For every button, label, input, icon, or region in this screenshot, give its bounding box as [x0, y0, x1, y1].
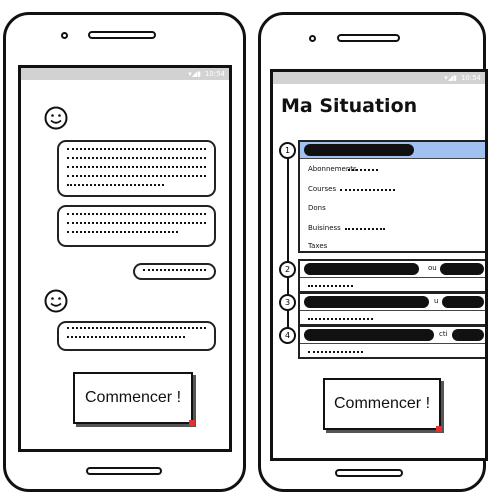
left-screen: ▾◢▮ 10:54 Commencer !	[18, 65, 232, 452]
reply-bubble	[133, 263, 216, 280]
redacted-text	[308, 351, 363, 355]
category-item[interactable]: Buisiness	[308, 224, 341, 232]
home-bar	[335, 469, 403, 477]
signal-icon: ▾◢▮	[188, 70, 201, 78]
right-phone: ▾◢▮ 10:54 Ma Situation 1 Abonnements Cou…	[258, 12, 488, 492]
resize-handle	[189, 420, 195, 426]
redacted-title	[304, 144, 414, 156]
step-number: 2	[279, 261, 296, 278]
section-3[interactable]: u	[298, 292, 485, 326]
resize-handle	[436, 426, 442, 432]
home-bar	[86, 467, 162, 475]
section-4[interactable]: cti	[298, 325, 485, 359]
redacted-title	[304, 329, 434, 341]
category-item[interactable]: Taxes	[308, 242, 327, 250]
redacted-text	[340, 189, 395, 193]
chat-bubble	[57, 205, 216, 247]
status-bar: ▾◢▮ 10:54	[273, 72, 485, 84]
redacted-title	[442, 296, 484, 308]
redacted-title	[440, 263, 484, 275]
redacted-title	[452, 329, 484, 341]
category-item[interactable]: Courses	[308, 185, 336, 193]
left-phone: ▾◢▮ 10:54 Commencer !	[3, 12, 246, 492]
step-number: 4	[279, 327, 296, 344]
redacted-text	[308, 318, 373, 322]
chat-bubble	[57, 321, 216, 351]
redacted-text	[308, 285, 353, 289]
page-title: Ma Situation	[281, 95, 418, 117]
timeline-line	[287, 150, 289, 340]
redacted-text	[348, 169, 378, 173]
start-button[interactable]: Commencer !	[73, 372, 193, 424]
section-header[interactable]: u	[300, 294, 485, 311]
section-label-fragment: ou	[428, 264, 437, 272]
section-2[interactable]: ou	[298, 259, 485, 293]
status-time: 10:54	[204, 70, 225, 78]
camera-dot	[61, 32, 68, 39]
section-1[interactable]: Abonnements Courses Dons Buisiness Taxes	[298, 140, 485, 253]
smiley-icon	[44, 289, 68, 313]
status-time: 10:54	[460, 74, 481, 82]
section-label-fragment: u	[434, 297, 439, 305]
chat-bubble	[57, 140, 216, 197]
section-header[interactable]	[300, 142, 485, 159]
speaker-grille	[88, 31, 156, 39]
step-number: 1	[279, 142, 296, 159]
right-screen: ▾◢▮ 10:54 Ma Situation 1 Abonnements Cou…	[270, 69, 488, 461]
section-header[interactable]: cti	[300, 327, 485, 344]
step-number: 3	[279, 294, 296, 311]
smiley-icon	[44, 106, 68, 130]
camera-dot	[309, 35, 316, 42]
category-item[interactable]: Dons	[308, 204, 326, 212]
section-label-fragment: cti	[439, 330, 448, 338]
speaker-grille	[337, 34, 400, 42]
section-header[interactable]: ou	[300, 261, 485, 278]
start-button[interactable]: Commencer !	[323, 378, 441, 430]
redacted-title	[304, 296, 429, 308]
redacted-text	[345, 228, 385, 232]
redacted-title	[304, 263, 419, 275]
signal-icon: ▾◢▮	[444, 74, 457, 82]
status-bar: ▾◢▮ 10:54	[21, 68, 229, 80]
